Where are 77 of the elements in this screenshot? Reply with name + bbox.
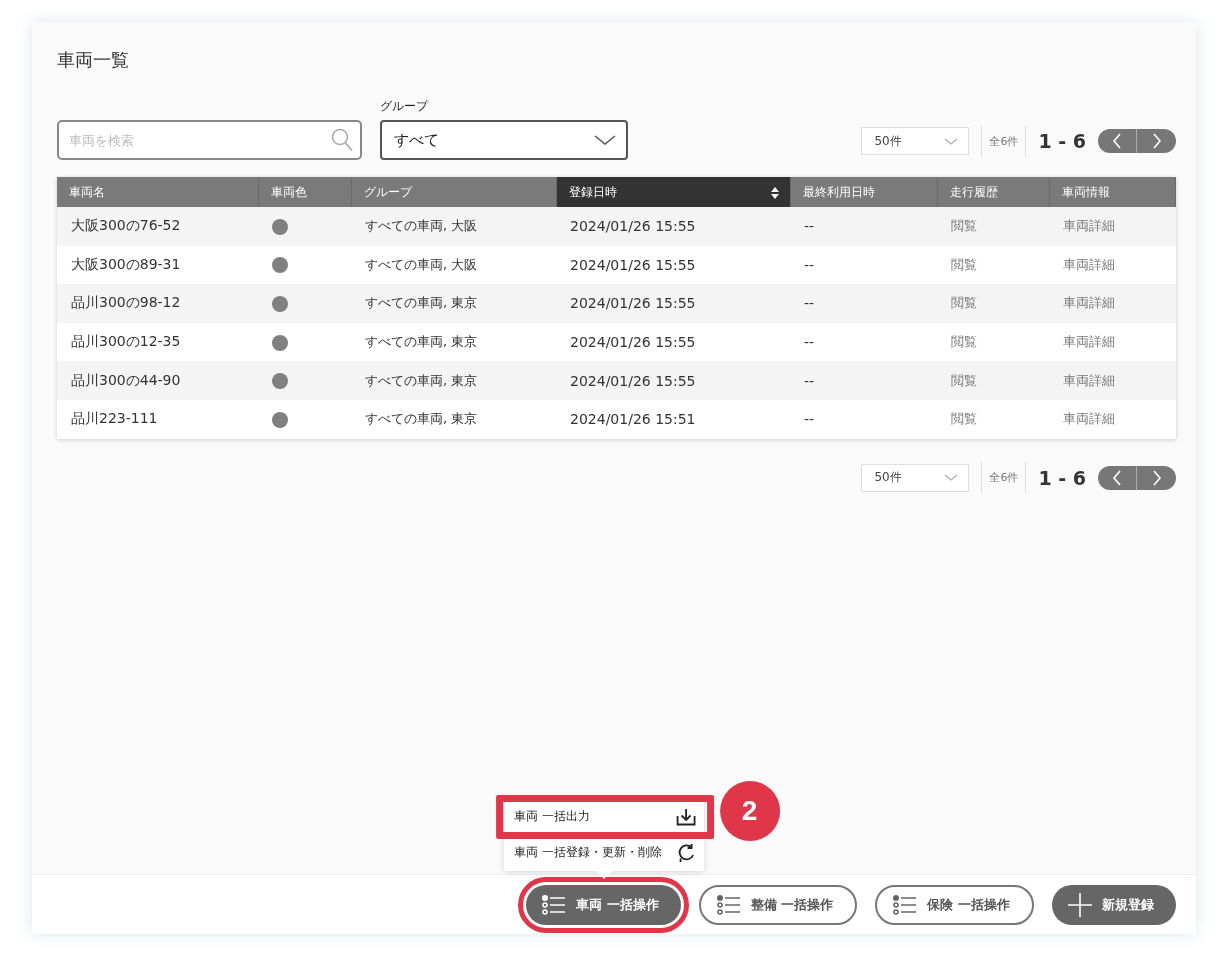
vehicle-name-cell: 品川300の44-90 (71, 371, 181, 388)
page-range: 1 - 6 (1038, 130, 1086, 152)
plus-icon (1068, 892, 1092, 917)
vehicle-name-cell: 大阪300の89-31 (71, 255, 181, 272)
detail-link[interactable]: 車両詳細 (1063, 334, 1115, 350)
history-link[interactable]: 閲覧 (951, 334, 977, 350)
detail-link[interactable]: 車両詳細 (1063, 411, 1115, 427)
detail-link[interactable]: 車両詳細 (1063, 256, 1115, 272)
column-header[interactable]: 車両色 (258, 177, 351, 207)
date-cell: -- (804, 334, 815, 351)
date-cell: -- (804, 256, 815, 273)
step-badge: 2 (719, 780, 780, 841)
date-cell: 2024/01/26 15:55 (570, 218, 696, 235)
history-link[interactable]: 閲覧 (951, 372, 977, 388)
vehicle-name-cell: 大阪300の76-52 (71, 217, 181, 234)
list-icon (542, 894, 567, 915)
group-cell: すべての車両, 東京 (365, 411, 478, 427)
detail-link[interactable]: 車両詳細 (1063, 295, 1115, 311)
menu-item[interactable]: 車両 一括登録・更新・削除 (503, 834, 704, 871)
chevron-right-icon (1151, 469, 1162, 486)
chevron-left-icon (1112, 133, 1122, 149)
chevron-down-icon (594, 135, 616, 145)
footer-button[interactable]: 整備 一括操作 (698, 884, 858, 925)
column-header[interactable]: グループ (351, 177, 556, 207)
menu-item[interactable]: 車両 一括出力 (503, 798, 704, 835)
footer-button[interactable]: 保険 一括操作 (875, 884, 1034, 925)
history-link[interactable]: 閲覧 (951, 295, 977, 311)
date-cell: -- (804, 295, 815, 312)
download-icon (675, 807, 696, 826)
footer-button[interactable]: 新規登録 (1052, 884, 1176, 925)
history-link[interactable]: 閲覧 (951, 218, 977, 234)
chevron-down-icon (944, 474, 959, 482)
next-page-button[interactable] (1137, 129, 1176, 153)
group-label: グループ (380, 98, 430, 115)
search-field[interactable]: 車両を検索 (57, 120, 362, 160)
column-header[interactable]: 最終利用日時 (790, 177, 937, 207)
group-cell: すべての車両, 東京 (365, 295, 478, 311)
date-cell: 2024/01/26 15:55 (570, 295, 696, 312)
chevron-down-icon (944, 137, 959, 145)
chevron-left-icon (1112, 469, 1122, 486)
date-cell: -- (804, 372, 815, 389)
chevron-right-icon (1151, 133, 1162, 149)
total-count: 全6件 (981, 462, 1027, 494)
previous-page-button[interactable] (1098, 465, 1137, 490)
group-cell: すべての車両, 東京 (365, 334, 478, 350)
group-cell: すべての車両, 大阪 (365, 256, 478, 272)
column-header[interactable]: 車両情報 (1049, 177, 1176, 207)
date-cell: -- (804, 411, 815, 428)
search-icon (331, 128, 353, 152)
per-page-dropdown[interactable]: 50件 (861, 127, 970, 155)
total-count: 全6件 (981, 125, 1027, 157)
date-cell: 2024/01/26 15:51 (570, 411, 696, 428)
vehicle-name-cell: 品川300の98-12 (71, 294, 181, 311)
date-cell: 2024/01/26 15:55 (570, 334, 696, 351)
list-icon (716, 894, 741, 915)
detail-link[interactable]: 車両詳細 (1063, 372, 1115, 388)
per-page-dropdown[interactable]: 50件 (861, 463, 970, 492)
group-dropdown[interactable]: すべて (380, 120, 628, 160)
group-cell: すべての車両, 東京 (365, 372, 478, 388)
vehicle-name-cell: 品川300の12-35 (71, 333, 181, 350)
column-header[interactable]: 車両名 (57, 177, 258, 207)
list-icon (893, 894, 918, 915)
next-page-button[interactable] (1137, 465, 1176, 490)
date-cell: -- (804, 218, 815, 235)
history-link[interactable]: 閲覧 (951, 411, 977, 427)
detail-link[interactable]: 車両詳細 (1063, 218, 1115, 234)
sort-icon (769, 186, 780, 200)
date-cell: 2024/01/26 15:55 (570, 256, 696, 273)
column-header[interactable]: 走行履歴 (937, 177, 1049, 207)
date-cell: 2024/01/26 15:55 (570, 372, 696, 389)
history-link[interactable]: 閲覧 (951, 256, 977, 272)
page-range: 1 - 6 (1038, 466, 1086, 489)
page-title: 車両一覧 (57, 48, 130, 72)
group-cell: すべての車両, 大阪 (365, 218, 478, 234)
column-header[interactable]: 登録日時 (556, 177, 790, 207)
vehicle-name-cell: 品川223-111 (71, 410, 158, 427)
previous-page-button[interactable] (1098, 129, 1137, 153)
